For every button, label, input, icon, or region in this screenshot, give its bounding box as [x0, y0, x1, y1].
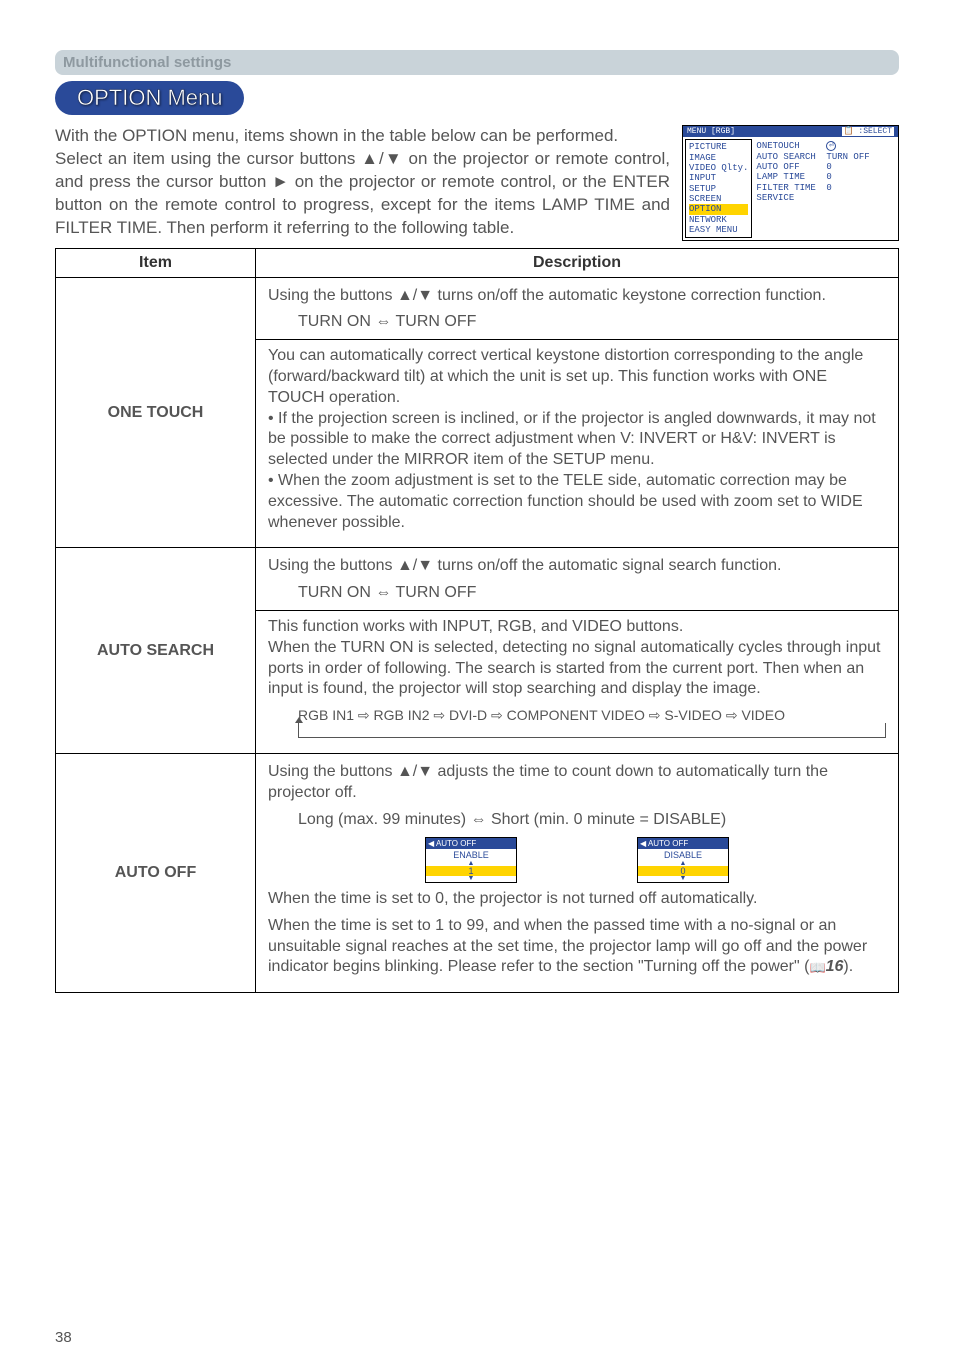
row-desc-autooff: Using the buttons ▲/▼ adjusts the time t… [256, 754, 899, 993]
menu-title: OPTION Menu [77, 85, 222, 110]
intro-p2: Select an item using the cursor buttons … [55, 149, 670, 237]
osd-left-item: SETUP [689, 184, 748, 194]
down-arrow-icon: ▼ [638, 876, 728, 882]
menu-title-pill: OPTION Menu [55, 81, 244, 115]
table-row: AUTO SEARCH Using the buttons ▲/▼ turns … [56, 548, 899, 754]
autooff-panel-disable: AUTO OFF DISABLE ▲ 0 ▼ [637, 837, 729, 883]
osd-left-item: PICTURE [689, 142, 748, 152]
osd-header-left: MENU [RGB] [687, 127, 735, 136]
down-arrow-icon: ▼ [426, 876, 516, 882]
osd-header-right: 📋 :SELECT [842, 127, 894, 136]
osd-left-item: NETWORK [689, 215, 748, 225]
osd-left-item-selected: OPTION [689, 204, 748, 214]
execute-icon: ⏎ [826, 141, 836, 151]
settings-table: Item Description ONE TOUCH Using the but… [55, 248, 899, 994]
osd-left-menu: PICTURE IMAGE VIDEO Qlty. INPUT SETUP SC… [685, 139, 752, 238]
osd-left-item: INPUT [689, 173, 748, 183]
intro-p1: With the OPTION menu, items shown in the… [55, 126, 618, 145]
osd-right-values: ONETOUCH⏎ AUTO SEARCHTURN OFF AUTO OFF0 … [756, 139, 869, 238]
osd-left-item: IMAGE [689, 153, 748, 163]
chain-loop-arrow [298, 730, 886, 745]
table-header-desc: Description [256, 248, 899, 277]
row-item-autosearch: AUTO SEARCH [56, 548, 256, 754]
osd-left-item: EASY MENU [689, 225, 748, 235]
row-desc-onetouch: Using the buttons ▲/▼ turns on/off the a… [256, 277, 899, 548]
table-row: AUTO OFF Using the buttons ▲/▼ adjusts t… [56, 754, 899, 993]
row-item-autooff: AUTO OFF [56, 754, 256, 993]
page-number: 38 [55, 1329, 72, 1346]
section-label: Multifunctional settings [55, 50, 899, 75]
table-row: ONE TOUCH Using the buttons ▲/▼ turns on… [56, 277, 899, 548]
osd-preview: MENU [RGB] 📋 :SELECT PICTURE IMAGE VIDEO… [682, 125, 899, 241]
osd-left-item: SCREEN [689, 194, 748, 204]
osd-left-item: VIDEO Qlty. [689, 163, 748, 173]
manual-ref-icon [809, 958, 825, 975]
autooff-panel-enable: AUTO OFF ENABLE ▲ 1 ▼ [425, 837, 517, 883]
table-header-item: Item [56, 248, 256, 277]
intro-text: With the OPTION menu, items shown in the… [55, 125, 670, 240]
row-desc-autosearch: Using the buttons ▲/▼ turns on/off the a… [256, 548, 899, 754]
row-item-onetouch: ONE TOUCH [56, 277, 256, 548]
